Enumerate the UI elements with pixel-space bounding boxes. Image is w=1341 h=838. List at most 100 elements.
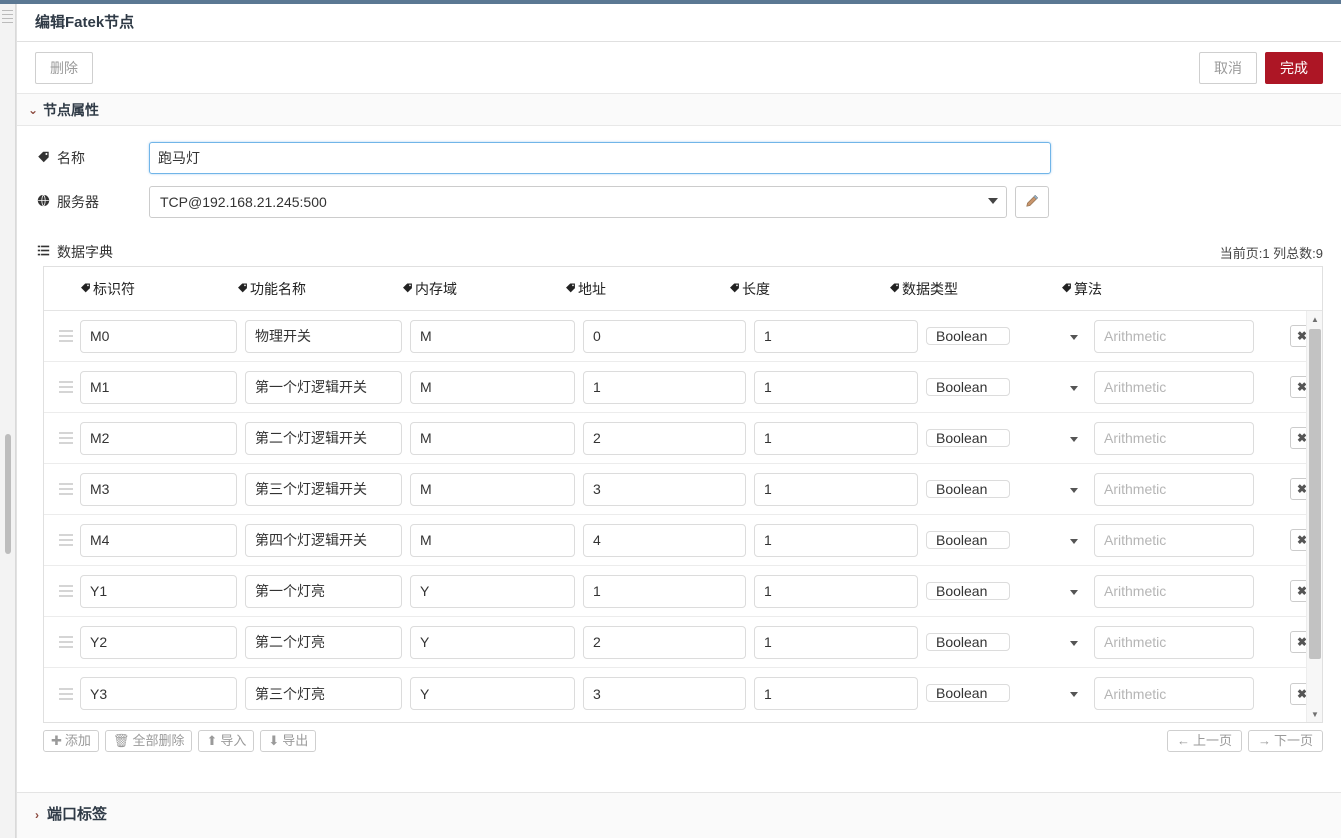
- data-type-value: Boolean: [926, 428, 1011, 447]
- function-name-input[interactable]: [245, 319, 402, 353]
- algorithm-input[interactable]: [1094, 523, 1254, 557]
- table-scrollbar-thumb[interactable]: [1309, 329, 1321, 659]
- chevron-down-icon: [1070, 589, 1078, 595]
- drag-handle-icon[interactable]: [52, 330, 80, 342]
- algorithm-input[interactable]: [1094, 677, 1254, 710]
- memory-area-input[interactable]: [410, 523, 575, 557]
- section-header-node-properties[interactable]: ⌄ 节点属性: [17, 94, 1341, 126]
- app-left-rail: [0, 4, 16, 838]
- address-input[interactable]: [583, 319, 746, 353]
- data-dictionary-title-text: 数据字典: [57, 244, 113, 260]
- algorithm-input[interactable]: [1094, 370, 1254, 404]
- cancel-button[interactable]: 取消: [1199, 51, 1257, 84]
- data-type-value: Boolean: [926, 326, 1011, 345]
- drag-handle-icon[interactable]: [52, 585, 80, 597]
- function-name-input[interactable]: [245, 677, 402, 710]
- delete-all-button[interactable]: 🗑 全部删除: [104, 730, 193, 752]
- function-name-input[interactable]: [245, 523, 402, 557]
- length-input[interactable]: [754, 319, 918, 353]
- function-name-input[interactable]: [245, 625, 402, 659]
- section-header-port-labels[interactable]: › 端口标签: [17, 793, 1341, 837]
- memory-area-input[interactable]: [410, 472, 575, 506]
- table-row: Boolean✖: [44, 464, 1322, 515]
- data-type-select[interactable]: Boolean: [926, 474, 1086, 505]
- delete-button[interactable]: 删除: [35, 51, 93, 84]
- name-label-text: 名称: [57, 150, 85, 166]
- memory-area-input[interactable]: [410, 574, 575, 608]
- identifier-input[interactable]: [80, 319, 237, 353]
- length-input[interactable]: [754, 625, 918, 659]
- identifier-input[interactable]: [80, 370, 237, 404]
- table-scrollbar[interactable]: ▲ ▼: [1306, 311, 1322, 722]
- algorithm-input[interactable]: [1094, 319, 1254, 353]
- data-type-select[interactable]: Boolean: [926, 372, 1086, 403]
- address-input[interactable]: [583, 677, 746, 710]
- drag-handle-icon[interactable]: [52, 687, 80, 700]
- address-input[interactable]: [583, 421, 746, 455]
- export-button[interactable]: ⬇ 导出: [260, 730, 317, 752]
- name-input[interactable]: [149, 142, 1051, 174]
- chevron-down-icon: [1070, 334, 1078, 340]
- drag-handle-icon[interactable]: [52, 432, 80, 444]
- memory-area-input[interactable]: [410, 370, 575, 404]
- identifier-input[interactable]: [80, 574, 237, 608]
- next-page-label: 下一页: [1273, 733, 1313, 748]
- drag-handle-icon[interactable]: [52, 534, 80, 546]
- address-input[interactable]: [583, 472, 746, 506]
- length-input[interactable]: [754, 574, 918, 608]
- algorithm-input[interactable]: [1094, 472, 1254, 506]
- function-name-input[interactable]: [245, 472, 402, 506]
- data-type-select[interactable]: Boolean: [926, 423, 1086, 454]
- identifier-input[interactable]: [80, 523, 237, 557]
- drag-handle-icon[interactable]: [52, 636, 80, 648]
- algorithm-input[interactable]: [1094, 421, 1254, 455]
- column-header-label: 功能名称: [250, 280, 306, 297]
- length-input[interactable]: [754, 677, 918, 710]
- import-button[interactable]: ⬆ 导入: [198, 730, 255, 752]
- algorithm-input[interactable]: [1094, 625, 1254, 659]
- form-row-server: 服务器 TCP@192.168.21.245:500: [17, 186, 1341, 218]
- add-row-button[interactable]: ✚ 添加: [43, 730, 99, 752]
- edit-server-button[interactable]: [1015, 186, 1049, 218]
- data-type-select[interactable]: Boolean: [926, 627, 1086, 658]
- prev-page-button[interactable]: ← 上一页: [1166, 730, 1242, 752]
- length-input[interactable]: [754, 421, 918, 455]
- length-input[interactable]: [754, 370, 918, 404]
- memory-area-input[interactable]: [410, 677, 575, 710]
- algorithm-input[interactable]: [1094, 574, 1254, 608]
- function-name-input[interactable]: [245, 574, 402, 608]
- chevron-down-icon: [1070, 385, 1078, 391]
- next-page-button[interactable]: → 下一页: [1247, 730, 1323, 752]
- scroll-down-icon[interactable]: ▼: [1307, 706, 1323, 722]
- length-input[interactable]: [754, 472, 918, 506]
- address-input[interactable]: [583, 523, 746, 557]
- memory-area-input[interactable]: [410, 319, 575, 353]
- page-scrollbar-thumb[interactable]: [5, 434, 11, 554]
- function-name-input[interactable]: [245, 421, 402, 455]
- address-input[interactable]: [583, 370, 746, 404]
- identifier-input[interactable]: [80, 472, 237, 506]
- column-header-label: 长度: [742, 280, 770, 297]
- scroll-up-icon[interactable]: ▲: [1307, 311, 1323, 327]
- data-type-select[interactable]: Boolean: [926, 678, 1086, 709]
- tag-icon: [80, 282, 91, 296]
- server-select[interactable]: TCP@192.168.21.245:500: [149, 186, 1007, 218]
- length-input[interactable]: [754, 523, 918, 557]
- done-button[interactable]: 完成: [1265, 51, 1323, 84]
- address-input[interactable]: [583, 574, 746, 608]
- table-row: Boolean✖: [44, 566, 1322, 617]
- identifier-input[interactable]: [80, 421, 237, 455]
- drag-handle-icon[interactable]: [52, 381, 80, 393]
- function-name-input[interactable]: [245, 370, 402, 404]
- memory-area-input[interactable]: [410, 625, 575, 659]
- column-header-6: 数据类型: [889, 279, 1061, 299]
- drag-handle-icon[interactable]: [52, 483, 80, 495]
- data-type-select[interactable]: Boolean: [926, 525, 1086, 556]
- memory-area-input[interactable]: [410, 421, 575, 455]
- identifier-input[interactable]: [80, 625, 237, 659]
- data-type-select[interactable]: Boolean: [926, 321, 1086, 352]
- identifier-input[interactable]: [80, 677, 237, 710]
- data-type-select[interactable]: Boolean: [926, 576, 1086, 607]
- address-input[interactable]: [583, 625, 746, 659]
- column-header-label: 标识符: [93, 280, 135, 297]
